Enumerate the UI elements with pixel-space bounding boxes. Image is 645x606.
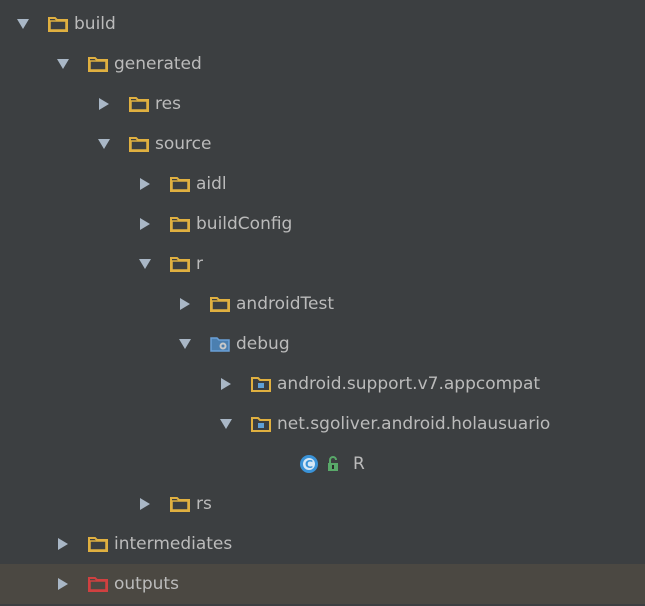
chevron-right-icon[interactable] bbox=[138, 217, 152, 231]
chevron-right-icon[interactable] bbox=[56, 577, 70, 591]
tree-node-label: aidl bbox=[196, 174, 227, 194]
tree-node-label: build bbox=[74, 14, 116, 34]
tree-node-label: R bbox=[353, 454, 365, 474]
lock-icon bbox=[328, 456, 338, 471]
tree-node-android-support-v7-appcompat[interactable]: android.support.v7.appcompat bbox=[0, 364, 645, 404]
folder-icon bbox=[129, 96, 149, 112]
tree-node-build[interactable]: build bbox=[0, 4, 645, 44]
folder-icon bbox=[210, 296, 230, 312]
tree-node-label: res bbox=[155, 94, 181, 114]
excluded-folder-icon bbox=[88, 576, 108, 592]
folder-icon bbox=[170, 256, 190, 272]
folder-icon bbox=[170, 496, 190, 512]
tree-node-r[interactable]: r bbox=[0, 244, 645, 284]
tree-node-label: r bbox=[196, 254, 203, 274]
tree-node-r[interactable]: C R bbox=[0, 444, 645, 484]
chevron-down-icon[interactable] bbox=[56, 57, 70, 71]
tree-node-androidtest[interactable]: androidTest bbox=[0, 284, 645, 324]
tree-node-net-sgoliver-android-holausuario[interactable]: net.sgoliver.android.holausuario bbox=[0, 404, 645, 444]
folder-icon bbox=[48, 16, 68, 32]
tree-node-label: android.support.v7.appcompat bbox=[277, 374, 541, 394]
folder-icon bbox=[129, 136, 149, 152]
chevron-down-icon[interactable] bbox=[97, 137, 111, 151]
tree-node-label: androidTest bbox=[236, 294, 334, 314]
chevron-right-icon[interactable] bbox=[97, 97, 111, 111]
chevron-right-icon[interactable] bbox=[56, 537, 70, 551]
tree-node-label: debug bbox=[236, 334, 290, 354]
tree-node-label: source bbox=[155, 134, 212, 154]
chevron-right-icon[interactable] bbox=[219, 377, 233, 391]
package-icon bbox=[251, 376, 271, 392]
tree-node-intermediates[interactable]: intermediates bbox=[0, 524, 645, 564]
tree-node-aidl[interactable]: aidl bbox=[0, 164, 645, 204]
tree-node-outputs[interactable]: outputs bbox=[0, 564, 645, 604]
source-root-folder-icon bbox=[210, 336, 230, 352]
tree-node-label: intermediates bbox=[114, 534, 233, 554]
tree-node-label: generated bbox=[114, 54, 202, 74]
tree-node-debug[interactable]: debug bbox=[0, 324, 645, 364]
tree-node-label: buildConfig bbox=[196, 214, 293, 234]
tree-node-label: outputs bbox=[114, 574, 179, 594]
svg-text:C: C bbox=[305, 458, 313, 471]
folder-icon bbox=[170, 216, 190, 232]
chevron-down-icon[interactable] bbox=[16, 17, 30, 31]
chevron-right-icon[interactable] bbox=[138, 177, 152, 191]
folder-icon bbox=[88, 536, 108, 552]
chevron-down-icon[interactable] bbox=[138, 257, 152, 271]
folder-icon bbox=[170, 176, 190, 192]
tree-node-rs[interactable]: rs bbox=[0, 484, 645, 524]
chevron-down-icon[interactable] bbox=[219, 417, 233, 431]
class-icon: C bbox=[300, 455, 318, 473]
tree-node-generated[interactable]: generated bbox=[0, 44, 645, 84]
chevron-right-icon[interactable] bbox=[178, 297, 192, 311]
tree-node-label: rs bbox=[196, 494, 212, 514]
tree-node-res[interactable]: res bbox=[0, 84, 645, 124]
tree-node-buildconfig[interactable]: buildConfig bbox=[0, 204, 645, 244]
chevron-down-icon[interactable] bbox=[178, 337, 192, 351]
tree-node-label: net.sgoliver.android.holausuario bbox=[277, 414, 551, 434]
project-tree: build generated res source aidl buildCon… bbox=[0, 0, 645, 606]
package-icon bbox=[251, 416, 271, 432]
tree-node-source[interactable]: source bbox=[0, 124, 645, 164]
chevron-right-icon[interactable] bbox=[138, 497, 152, 511]
folder-icon bbox=[88, 56, 108, 72]
